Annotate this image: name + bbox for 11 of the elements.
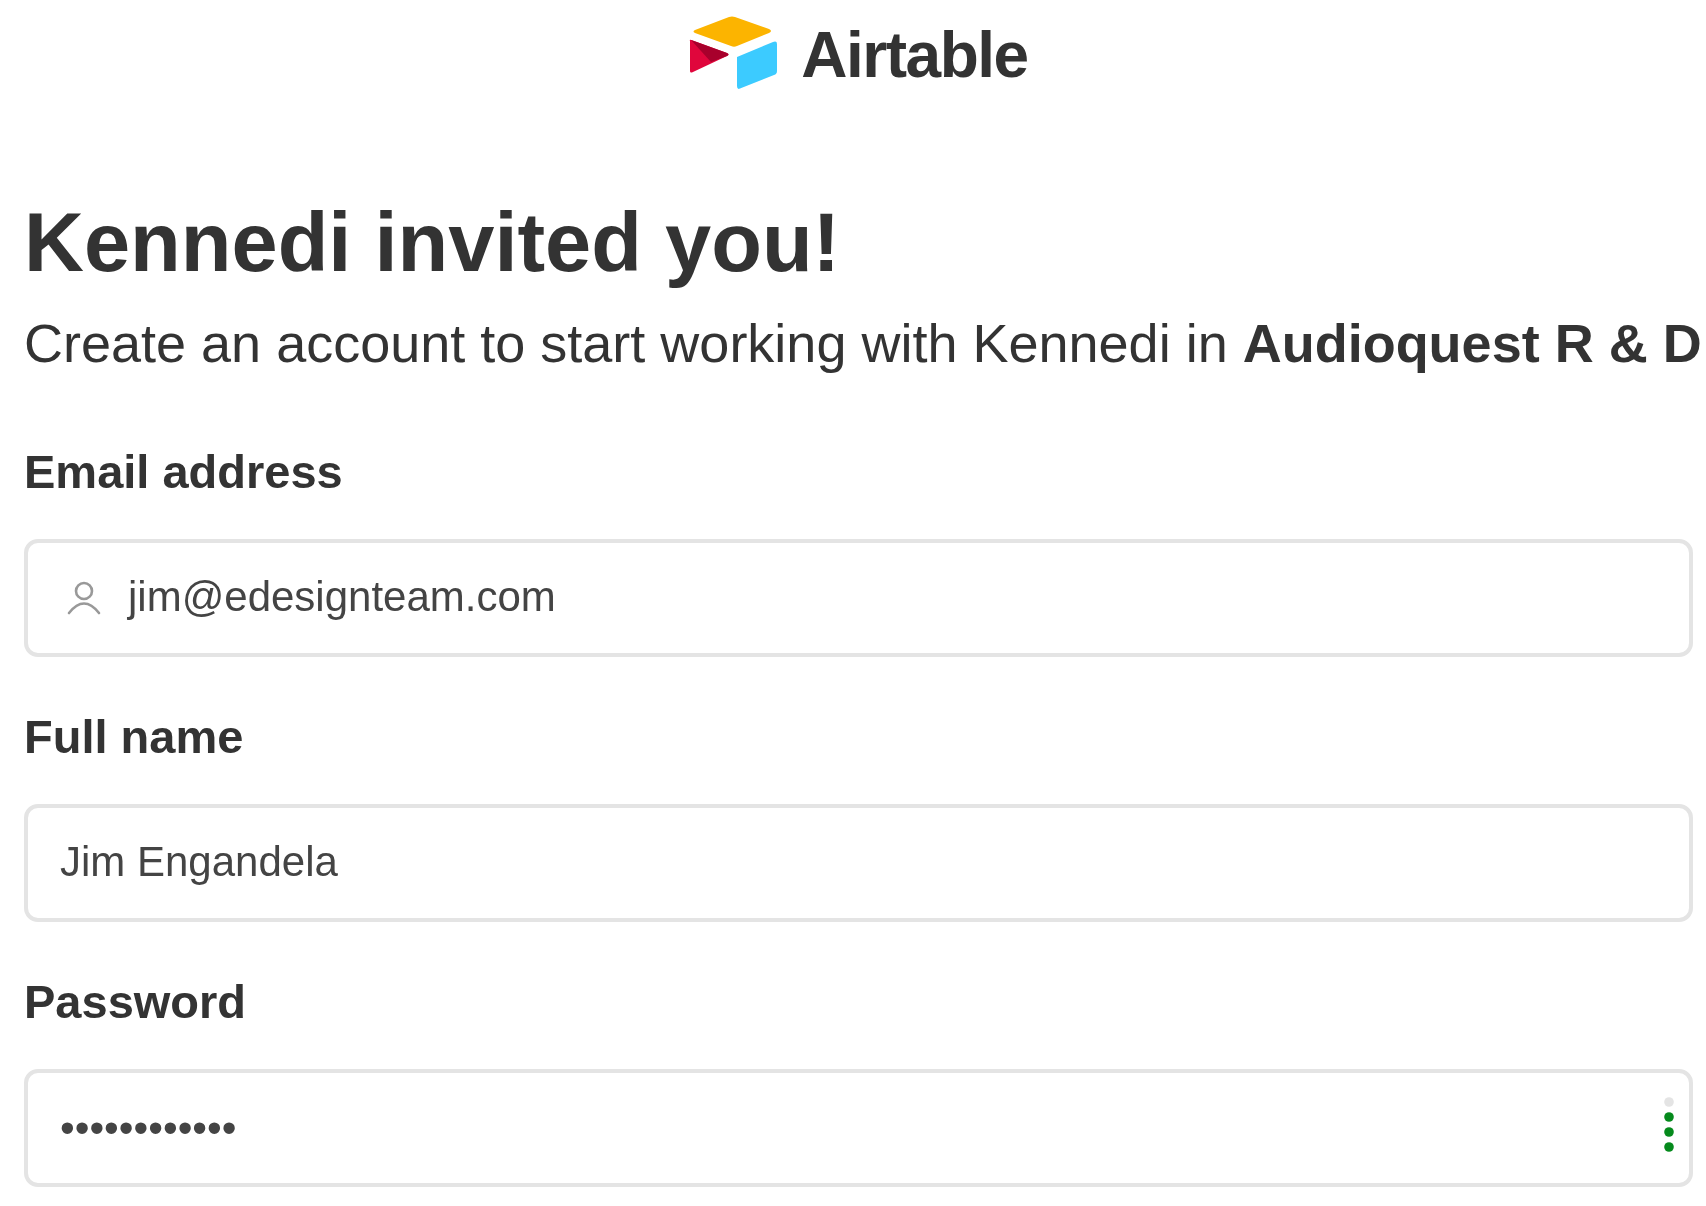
field-label: Full name	[24, 709, 244, 764]
name-field[interactable]: Jim Engandela	[24, 803, 1693, 922]
field-label: Email address	[24, 444, 343, 499]
logo-wordmark: Airtable	[801, 23, 1028, 87]
field-label: Password	[24, 974, 247, 1029]
password-field[interactable]: ••••••••••••	[24, 1068, 1693, 1187]
email-field[interactable]: jim@edesignteam.com	[24, 538, 1693, 657]
person-icon	[67, 580, 101, 615]
page-heading: Kennedi invited you!	[24, 195, 841, 291]
page-subtitle: Create an account to start working with Kennedi in Audioquest R & D	[24, 312, 1702, 375]
cube-logo-icon	[689, 16, 778, 90]
